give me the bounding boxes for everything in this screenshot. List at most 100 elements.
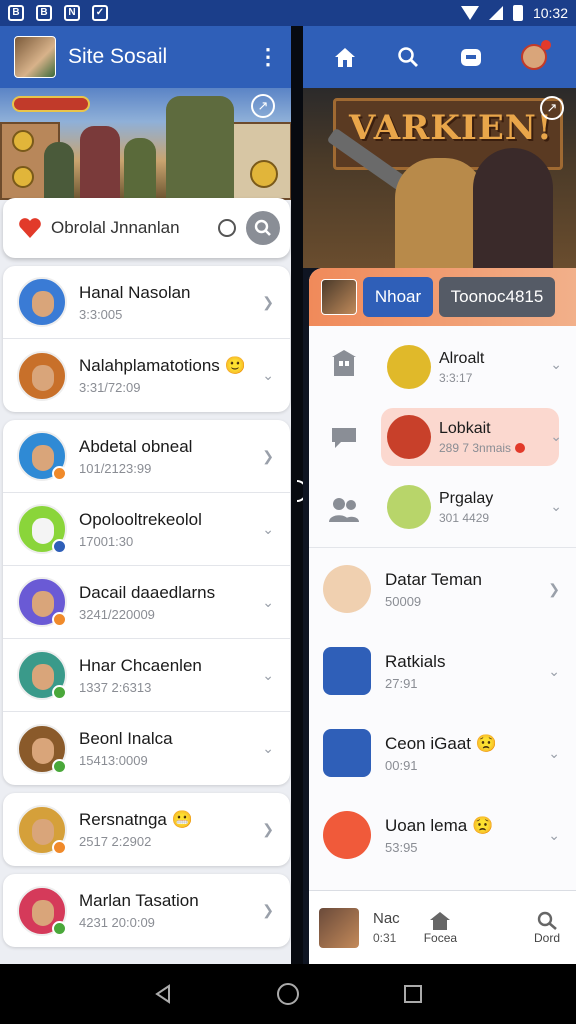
group-name: Prgalay (439, 489, 494, 507)
chevron-down-icon[interactable]: ⌄ (550, 498, 562, 515)
signal-icon (488, 6, 503, 20)
notification-dot (541, 40, 552, 50)
contact-row[interactable]: Hnar Chcaenlen 1337 2:6313 ⌄ (3, 639, 290, 712)
recents-button[interactable] (398, 979, 428, 1009)
contact-card: Rersnatnga 😬 2517 2:2902 ❯ (3, 793, 290, 866)
home-button[interactable] (273, 979, 303, 1009)
chat-name: Ceon iGaat 😟 (385, 733, 497, 753)
chevron-down-icon: ⌄ (548, 662, 560, 679)
home-icon[interactable] (330, 42, 360, 72)
contact-meta: 2517 2:2902 (79, 834, 152, 849)
contact-card: Marlan Tasation 4231 20:0:09 ❯ (3, 874, 290, 947)
group-item[interactable]: Prgalay 301 4429 (381, 478, 501, 536)
wrench-icon (323, 647, 371, 695)
emoji-icon: 😟 (471, 815, 494, 835)
contact-card: Abdetal obneal 101/2123:99 ❯ Opolooltreke… (3, 420, 290, 785)
chat-row[interactable]: Uoan lema 😟 53:95 ⌄ (309, 794, 576, 876)
chat-meta: 27:91 (385, 675, 418, 691)
avatar (17, 431, 67, 481)
battery-icon (512, 5, 523, 21)
nav-focea[interactable]: Focea (424, 911, 457, 945)
search-text: Obrolal Jnnanlan (51, 218, 180, 237)
chevron-down-icon: ⌄ (262, 520, 274, 537)
search-button[interactable] (246, 211, 280, 245)
avatar (323, 565, 371, 613)
avatar (17, 650, 67, 700)
tab-nhoar[interactable]: Nhoar (363, 277, 433, 317)
share-icon[interactable]: ↗ (251, 94, 275, 118)
left-app-pane: Site Sosail ⋮ ↗ Obrolal Jnnanlan Hanal N… (0, 26, 291, 964)
store-icon[interactable] (456, 42, 486, 72)
chevron-down-icon: ⌄ (548, 826, 560, 843)
contact-row[interactable]: Abdetal obneal 101/2123:99 ❯ (3, 420, 290, 493)
coin-icon (12, 166, 34, 188)
contact-name: Hanal Nasolan (79, 282, 191, 302)
contact-meta: 101/2123:99 (79, 460, 152, 476)
contact-row[interactable]: Hanal Nasolan 3:3:005 ❯ (3, 266, 290, 339)
share-icon[interactable]: ↗ (540, 96, 564, 120)
avatar (17, 885, 67, 936)
group-meta: 289 7 3nmais (439, 441, 526, 455)
contact-row[interactable]: Beonl Inalca 15413:0009 ⌄ (3, 712, 290, 785)
chat-row[interactable]: Ratkials 27:91 ⌄ (309, 630, 576, 712)
game-banner[interactable]: VARKIEN! ↗ (303, 88, 576, 268)
chat-row[interactable]: Datar Teman 50009 ❯ (309, 548, 576, 630)
avatar (17, 804, 67, 855)
avatar (17, 350, 67, 401)
chat-row[interactable]: Ceon iGaat 😟 00:91 ⌄ (309, 712, 576, 794)
emoji-icon: 😟 (475, 733, 497, 753)
unread-dot (515, 443, 526, 454)
group-item-active[interactable]: Lobkait 289 7 3nmais (381, 408, 559, 466)
left-app-header: Site Sosail ⋮ (0, 26, 291, 88)
chevron-right-icon: ❯ (262, 447, 274, 464)
profile-icon[interactable] (519, 40, 552, 72)
chevron-down-icon[interactable]: ⌄ (550, 356, 562, 373)
hammer-icon (323, 729, 371, 777)
contact-row[interactable]: Rersnatnga 😬 2517 2:2902 ❯ (3, 793, 290, 866)
chat-search-bar[interactable]: Obrolal Jnnanlan (3, 198, 290, 258)
contact-name: Dacail daaedlarns (79, 582, 216, 602)
chevron-down-icon[interactable]: ⌄ (550, 428, 562, 445)
emoji-icon: 😬 (171, 810, 193, 829)
contact-name: Opolooltrekeolol (79, 509, 202, 529)
search-icon (254, 219, 271, 236)
avatar (387, 415, 431, 459)
back-button[interactable] (148, 979, 178, 1009)
emoji-icon: 🙂 (224, 356, 246, 375)
chat-meta: 53:95 (385, 839, 418, 855)
clock: 10:32 (532, 5, 568, 21)
group-section: Alroalt 3:3:17 Lobkait 289 7 3nmais Prgala… (309, 326, 576, 548)
chevron-right-icon: ❯ (262, 821, 274, 837)
avatar (17, 577, 67, 627)
notification-icon: N (64, 5, 80, 21)
more-menu-icon[interactable]: ⋮ (257, 44, 279, 70)
group-meta: 301 4429 (439, 510, 490, 525)
search-icon[interactable] (393, 42, 423, 72)
banner-character (166, 96, 234, 200)
contact-row[interactable]: Dacail daaedlarns 3241/220009 ⌄ (3, 566, 290, 639)
tab-bar: Nhoar Toonoc4815 (309, 268, 576, 326)
profile-avatar[interactable] (14, 36, 56, 78)
system-navigation-bar (0, 964, 576, 1024)
contact-row[interactable]: Nalahplamatotions 🙂 3:31/72:09 ⌄ (3, 339, 290, 412)
chat-name: Uoan lema 😟 (385, 815, 494, 835)
avatar[interactable] (319, 907, 359, 948)
contact-meta: 1337 2:6313 (79, 679, 152, 695)
search-icon (537, 911, 557, 930)
banner-character (395, 158, 485, 268)
tab-toonoc[interactable]: Toonoc4815 (439, 277, 555, 317)
contact-row[interactable]: Marlan Tasation 4231 20:0:09 ❯ (3, 874, 290, 947)
contact-meta: 17001:30 (79, 533, 134, 549)
contact-row[interactable]: Opolooltrekeolol 17001:30 ⌄ (3, 493, 290, 566)
avatar (17, 723, 67, 774)
chevron-right-icon: ❯ (548, 580, 560, 597)
chevron-right-icon: ❯ (262, 293, 274, 310)
emoji-icon[interactable] (218, 219, 236, 237)
game-banner[interactable]: ↗ (0, 88, 291, 200)
notification-icon: B (36, 5, 52, 21)
avatar[interactable] (321, 279, 357, 315)
banner-character (80, 126, 120, 200)
wifi-icon (460, 6, 479, 20)
nav-dord[interactable]: Dord (534, 911, 560, 945)
group-item[interactable]: Alroalt 3:3:17 (381, 338, 501, 396)
